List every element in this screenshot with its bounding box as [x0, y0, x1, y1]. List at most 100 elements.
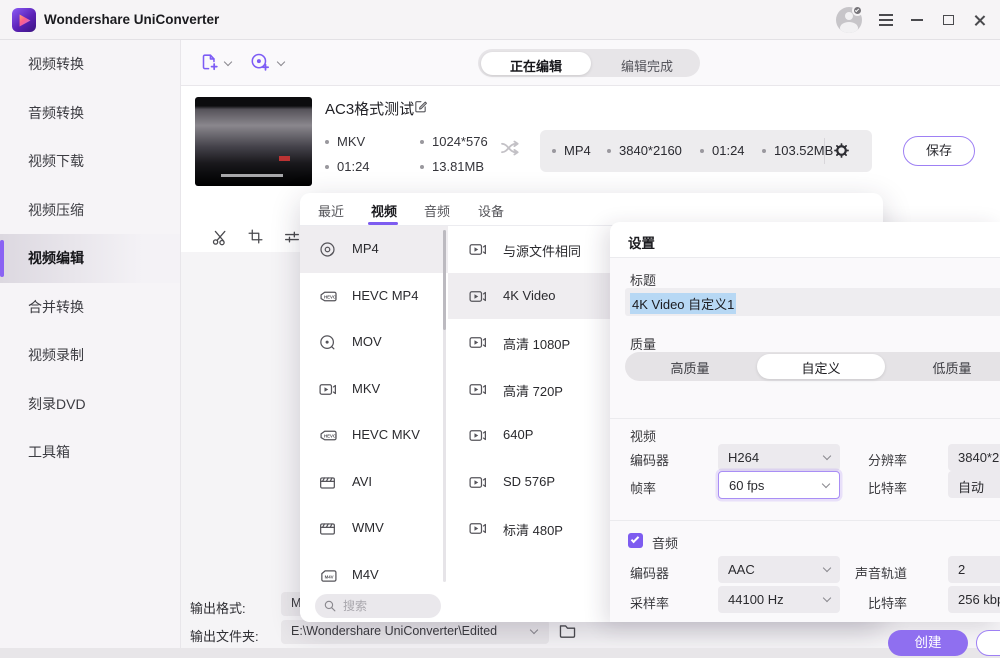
- secondary-create-button[interactable]: [976, 630, 1000, 656]
- add-capture-chevron-icon[interactable]: [277, 58, 285, 66]
- video-camera-icon: [470, 291, 485, 301]
- resolution-item-480p[interactable]: 标清 480P: [448, 505, 618, 552]
- audio-bitrate-field[interactable]: 256 kbps: [948, 586, 1000, 613]
- format-list-scrollbar-thumb[interactable]: [443, 230, 446, 330]
- resolution-item-640p[interactable]: 640P: [448, 412, 618, 459]
- format-item-avi[interactable]: AVI: [300, 459, 448, 506]
- video-thumbnail[interactable]: [195, 97, 312, 186]
- video-camera-icon: [470, 338, 485, 348]
- add-file-button[interactable]: [198, 51, 220, 73]
- divider: [610, 418, 1000, 419]
- trim-button[interactable]: [211, 228, 229, 246]
- format-search[interactable]: [315, 594, 441, 618]
- video-bitrate-field[interactable]: 自动: [948, 471, 1000, 498]
- app-window: Wondershare UniConverter 视频转换 音频转换 视频下载 …: [0, 0, 1000, 658]
- resolution-item-same-as-source[interactable]: 与源文件相同: [448, 226, 618, 273]
- minimize-icon: [911, 19, 923, 21]
- format-item-wmv[interactable]: WMV: [300, 505, 448, 552]
- sidebar-item-merge-convert[interactable]: 合并转换: [0, 283, 180, 332]
- audio-track-label: 声音轨道: [855, 563, 907, 582]
- sidebar-item-audio-convert[interactable]: 音频转换: [0, 89, 180, 138]
- close-button[interactable]: [965, 0, 995, 40]
- video-camera-icon: [470, 384, 485, 394]
- divider: [824, 138, 825, 164]
- format-item-mkv[interactable]: MKV: [300, 366, 448, 413]
- gear-icon: [833, 142, 850, 159]
- format-item-hevc-mkv[interactable]: HEVC MKV: [300, 412, 448, 459]
- resolution-item-720p[interactable]: 高清 720P: [448, 366, 618, 413]
- output-info-bar: MP4 3840*2160 01:24 103.52MB: [540, 130, 872, 172]
- menu-button[interactable]: [871, 0, 901, 40]
- folder-chevron-icon: [530, 626, 538, 634]
- divider: [610, 520, 1000, 521]
- tab-recent[interactable]: 最近: [318, 201, 344, 220]
- audio-section-label: 音频: [652, 533, 678, 552]
- search-icon: [323, 599, 337, 613]
- rename-button[interactable]: [412, 98, 429, 115]
- sidebar-item-video-download[interactable]: 视频下载: [0, 137, 180, 186]
- quality-option-high[interactable]: 高质量: [625, 358, 755, 377]
- minimize-button[interactable]: [903, 0, 933, 40]
- tab-audio[interactable]: 音频: [424, 201, 450, 220]
- selected-text: 4K Video 自定义1: [630, 293, 736, 314]
- output-folder-select[interactable]: E:\Wondershare UniConverter\Edited: [281, 620, 549, 644]
- sidebar-item-video-edit[interactable]: 视频编辑: [0, 234, 180, 283]
- framerate-select[interactable]: 60 fps: [718, 471, 840, 499]
- maximize-button[interactable]: [934, 0, 964, 40]
- resolution-item-4k-video[interactable]: 4K Video: [448, 273, 618, 320]
- video-resolution-field[interactable]: 3840*2160: [948, 444, 1000, 471]
- app-title: Wondershare UniConverter: [44, 12, 219, 27]
- audio-encoder-select[interactable]: AAC: [718, 556, 840, 583]
- resolution-list: 与源文件相同 4K Video 高清 1080P 高清 720P 640P SD…: [448, 226, 618, 552]
- quality-label: 质量: [630, 334, 656, 353]
- resolution-item-1080p[interactable]: 高清 1080P: [448, 319, 618, 366]
- source-duration: 01:24: [325, 159, 370, 174]
- video-encoder-select[interactable]: H264: [718, 444, 840, 471]
- effects-button[interactable]: [283, 228, 301, 246]
- settings-panel: 设置 标题 4K Video 自定义1 质量 高质量 自定义 低质量 视频 编码…: [610, 222, 1000, 622]
- quality-option-custom[interactable]: 自定义: [756, 358, 886, 377]
- add-capture-icon: [249, 51, 271, 73]
- maximize-icon: [943, 15, 954, 25]
- quality-segmented-control: 高质量 自定义 低质量: [625, 352, 1000, 381]
- output-size: 103.52MB: [762, 143, 833, 158]
- resolution-item-sd-576p[interactable]: SD 576P: [448, 459, 618, 506]
- add-file-chevron-icon[interactable]: [224, 58, 232, 66]
- crop-icon: [247, 228, 264, 245]
- video-camera-icon: [470, 477, 485, 487]
- sidebar-item-toolbox[interactable]: 工具箱: [0, 428, 180, 477]
- sidebar-item-screen-record[interactable]: 视频录制: [0, 331, 180, 380]
- samplerate-select[interactable]: 44100 Hz: [718, 586, 840, 613]
- add-capture-button[interactable]: [249, 51, 271, 73]
- video-camera-icon: [320, 384, 335, 394]
- output-format: MP4: [552, 143, 591, 158]
- source-resolution: 1024*576: [420, 134, 488, 149]
- format-item-mov[interactable]: MOV: [300, 319, 448, 366]
- format-item-hevc-mp4[interactable]: HEVC MP4: [300, 273, 448, 320]
- preset-title-input[interactable]: 4K Video 自定义1: [625, 288, 1000, 316]
- tab-device[interactable]: 设备: [478, 201, 504, 220]
- sidebar-item-video-compress[interactable]: 视频压缩: [0, 186, 180, 235]
- output-settings-button[interactable]: [833, 142, 850, 159]
- tab-editing[interactable]: 正在编辑: [478, 56, 594, 75]
- sidebar-item-burn-dvd[interactable]: 刻录DVD: [0, 380, 180, 429]
- edit-pencil-icon: [412, 98, 429, 115]
- format-item-mp4[interactable]: MP4: [300, 226, 448, 273]
- save-button[interactable]: 保存: [903, 136, 975, 166]
- tab-edit-done[interactable]: 编辑完成: [594, 56, 700, 75]
- titlebar: Wondershare UniConverter: [0, 0, 1000, 40]
- create-button[interactable]: 创建: [888, 630, 968, 656]
- framerate-label: 帧率: [630, 478, 656, 497]
- search-input[interactable]: [343, 597, 433, 615]
- browse-folder-button[interactable]: [558, 621, 577, 640]
- sidebar-item-video-convert[interactable]: 视频转换: [0, 40, 180, 89]
- audio-track-field[interactable]: 2: [948, 556, 1000, 583]
- tab-video[interactable]: 视频: [371, 201, 397, 220]
- clapperboard-icon: [321, 524, 335, 534]
- crop-button[interactable]: [247, 228, 264, 245]
- quality-option-low[interactable]: 低质量: [887, 358, 1000, 377]
- audio-enabled-checkbox[interactable]: [628, 533, 643, 548]
- disc-icon: [321, 243, 334, 256]
- hamburger-icon: [879, 14, 893, 29]
- window-bottom-strip: [0, 648, 1000, 658]
